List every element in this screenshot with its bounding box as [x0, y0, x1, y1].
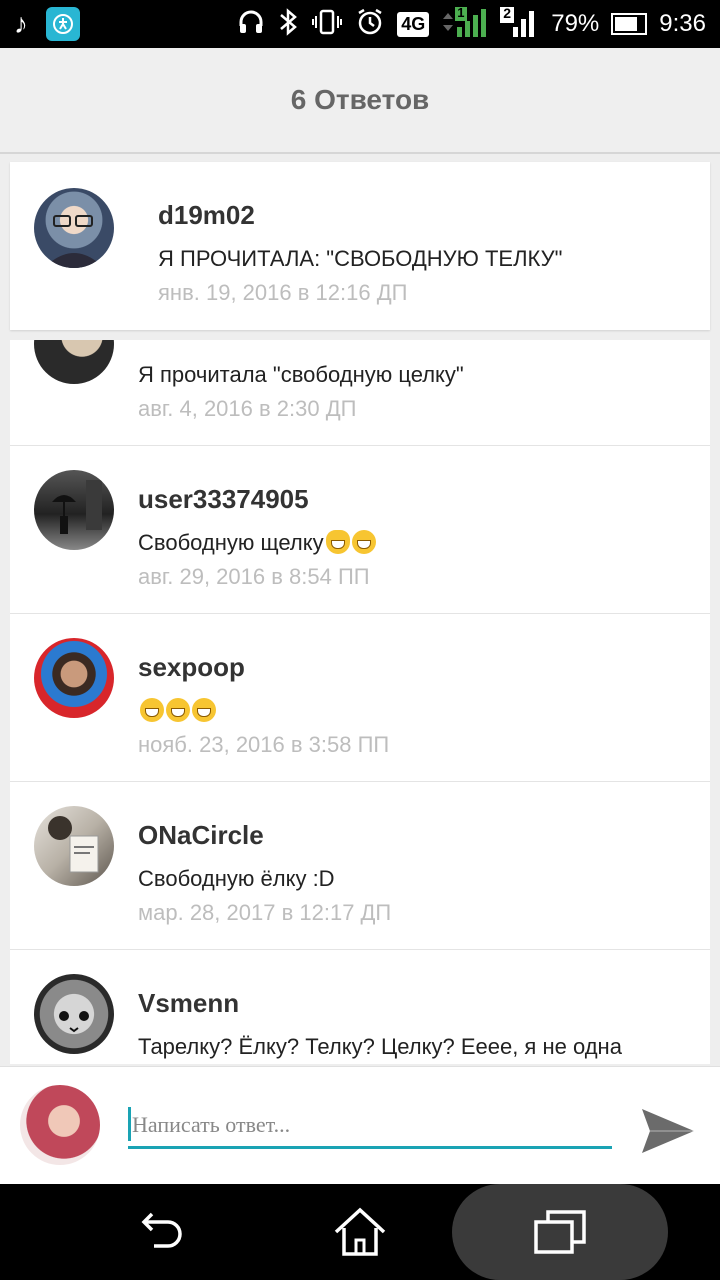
battery-percent: 79% — [551, 10, 600, 37]
username[interactable]: d19m02 — [158, 200, 255, 231]
timestamp: нояб. 23, 2016 в 3:58 ПП — [138, 732, 390, 757]
reply-list[interactable]: Я прочитала "свободную целку" авг. 4, 20… — [10, 340, 710, 1064]
avatar[interactable] — [34, 340, 114, 384]
message-text: Я прочитала "свободную целку" — [138, 362, 464, 387]
list-item[interactable]: ONaCircle Свободную ёлку :D мар. 28, 201… — [10, 782, 710, 950]
username[interactable]: user33374905 — [138, 484, 309, 515]
message-text: Я ПРОЧИТАЛА: "СВОБОДНУЮ ТЕЛКУ" — [158, 246, 563, 271]
sim1-label: 1 — [457, 4, 465, 20]
list-item[interactable]: sexpoop нояб. 23, 2016 в 3:58 ПП — [10, 614, 710, 782]
message-text — [138, 698, 216, 724]
reply-composer — [0, 1066, 720, 1185]
back-icon — [141, 1212, 182, 1248]
fitness-app-icon — [46, 7, 80, 41]
list-item[interactable]: Я прочитала "свободную целку" авг. 4, 20… — [10, 340, 710, 446]
signal-sim1-icon: 1 — [441, 5, 487, 44]
page-title: 6 Ответов — [290, 84, 430, 115]
original-post-card[interactable]: d19m02 Я ПРОЧИТАЛА: "СВОБОДНУЮ ТЕЛКУ" ян… — [10, 162, 710, 330]
grinning-face-emoji-icon — [140, 698, 164, 722]
timestamp: янв. 19, 2016 в 12:16 ДП — [158, 280, 408, 305]
home-button[interactable] — [332, 1204, 388, 1260]
timestamp: авг. 4, 2016 в 2:30 ДП — [138, 396, 357, 421]
username[interactable]: sexpoop — [138, 652, 245, 683]
username[interactable]: ONaCircle — [138, 820, 264, 851]
timestamp: мар. 28, 2017 в 12:17 ДП — [138, 900, 392, 925]
list-item[interactable]: user33374905 Свободную щелку авг. 29, 20… — [10, 446, 710, 614]
message-text: Тарелку? Ёлку? Телку? Целку? Ееее, я не … — [138, 1034, 622, 1059]
avatar[interactable] — [34, 974, 114, 1054]
home-icon — [334, 1207, 386, 1256]
send-icon — [642, 1109, 694, 1153]
recent-apps-icon — [534, 1210, 586, 1254]
header: 6 Ответов — [0, 48, 720, 154]
message-text: Свободную щелку — [138, 530, 376, 556]
status-bar: ♪ 4G 1 2 79% 9:36 — [0, 0, 720, 48]
list-item[interactable]: Vsmenn Тарелку? Ёлку? Телку? Целку? Ееее… — [10, 950, 710, 1064]
grinning-face-emoji-icon — [351, 530, 376, 554]
avatar[interactable] — [34, 470, 114, 550]
current-user-avatar[interactable] — [20, 1085, 100, 1165]
avatar[interactable] — [34, 188, 114, 268]
waving-hand-emoji-icon — [325, 530, 350, 554]
headphones-icon — [237, 8, 265, 41]
recent-apps-button[interactable] — [532, 1204, 588, 1260]
alarm-icon — [355, 7, 385, 42]
clock: 9:36 — [659, 10, 706, 37]
text-cursor — [128, 1107, 131, 1141]
bluetooth-icon — [277, 7, 299, 42]
network-type-badge: 4G — [397, 11, 430, 37]
battery-icon — [611, 13, 648, 35]
vibrate-icon — [311, 8, 343, 41]
avatar[interactable] — [34, 806, 114, 886]
message-text: Свободную ёлку :D — [138, 866, 335, 891]
system-nav-bar — [0, 1184, 720, 1280]
signal-sim2-icon: 2 — [499, 5, 539, 44]
grinning-face-emoji-icon — [166, 698, 190, 722]
reply-input[interactable] — [128, 1103, 612, 1149]
send-button[interactable] — [640, 1103, 696, 1159]
username[interactable]: Vsmenn — [138, 988, 239, 1019]
avatar[interactable] — [34, 638, 114, 718]
timestamp: авг. 29, 2016 в 8:54 ПП — [138, 564, 370, 589]
sim2-label: 2 — [503, 4, 512, 21]
message-body: Свободную щелку — [138, 530, 324, 555]
music-note-icon: ♪ — [14, 8, 28, 39]
back-button[interactable] — [132, 1204, 188, 1260]
grinning-face-emoji-icon — [192, 698, 216, 722]
